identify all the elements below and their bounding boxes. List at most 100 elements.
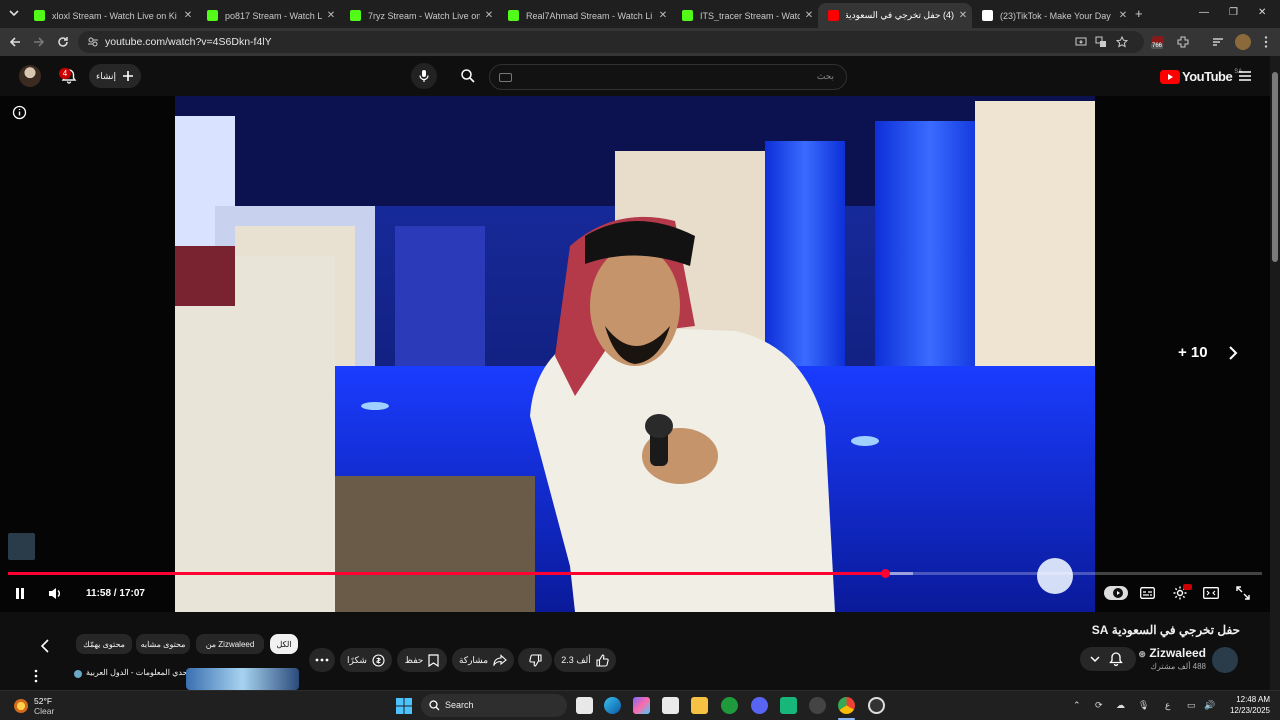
- tab-search-button[interactable]: [6, 5, 22, 21]
- channel-avatar[interactable]: [1212, 647, 1238, 673]
- progress-bar[interactable]: [8, 569, 1262, 578]
- browser-tab[interactable]: Real7Ahmad Stream - Watch Li ✕: [498, 3, 672, 28]
- filter-chip[interactable]: محتوى يهمّك: [76, 634, 132, 654]
- browser-tab[interactable]: (23)TikTok - Make Your Day ✕: [972, 3, 1132, 28]
- save-label: حفظ: [404, 654, 424, 665]
- steam-icon[interactable]: [809, 697, 826, 714]
- browser-tab[interactable]: ITS_tracer Stream - Watch Live✕: [672, 3, 818, 28]
- youtube-logo[interactable]: YouTube SA: [1160, 69, 1242, 84]
- back-icon[interactable]: [7, 34, 23, 50]
- browser-menu-icon[interactable]: [1258, 34, 1274, 50]
- dislike-button[interactable]: [518, 648, 552, 672]
- store-icon[interactable]: [662, 697, 679, 714]
- subscribed-bell-button[interactable]: [1080, 647, 1136, 671]
- recommended-video-title[interactable]: تحدي المعلومات - الدول العربية: [86, 668, 190, 677]
- discord-icon[interactable]: [751, 697, 768, 714]
- new-tab-button[interactable]: +: [1135, 6, 1143, 21]
- reading-list-icon[interactable]: [1210, 34, 1226, 50]
- hd-badge: [1183, 584, 1192, 590]
- keyboard-icon[interactable]: [499, 73, 512, 82]
- copilot-icon[interactable]: [633, 697, 650, 714]
- extensions-icon[interactable]: [1175, 34, 1191, 50]
- sync-icon[interactable]: ⟳: [1095, 700, 1103, 711]
- autoplay-toggle[interactable]: [1104, 586, 1128, 600]
- tab-title: (4) حفل تخرجي في السعودية: [846, 10, 954, 20]
- address-bar[interactable]: youtube.com/watch?v=4S6Dkn-f4lY: [78, 31, 1144, 53]
- tray-chevron-icon[interactable]: ⌃: [1073, 700, 1081, 711]
- create-button[interactable]: إنشاء: [89, 64, 141, 88]
- install-app-icon[interactable]: [1075, 36, 1087, 48]
- chrome-icon[interactable]: [838, 697, 855, 714]
- obs-icon[interactable]: [868, 697, 885, 714]
- volume-icon[interactable]: [47, 586, 63, 601]
- theater-mode-icon[interactable]: [1203, 587, 1219, 599]
- reload-icon[interactable]: [55, 34, 71, 50]
- filter-chip[interactable]: محتوى مشابه: [136, 634, 190, 654]
- restore-button[interactable]: ❐: [1229, 7, 1238, 18]
- mic-tray-icon[interactable]: 🎙: [1138, 700, 1149, 711]
- thanks-button[interactable]: شكرًا: [340, 648, 392, 672]
- search-icon[interactable]: [460, 68, 476, 84]
- more-vertical-icon[interactable]: [33, 669, 39, 683]
- tab-close-icon[interactable]: ✕: [322, 10, 340, 21]
- guide-menu-icon[interactable]: [1238, 69, 1252, 83]
- tab-close-icon[interactable]: ✕: [654, 10, 672, 21]
- tab-close-icon[interactable]: ✕: [954, 10, 972, 21]
- taskbar-clock[interactable]: 12:48 AM 12/23/2025: [1230, 694, 1270, 716]
- page-scrollbar[interactable]: [1270, 56, 1280, 690]
- tab-close-icon[interactable]: ✕: [179, 10, 197, 21]
- edge-icon[interactable]: [604, 697, 621, 714]
- chips-scroll-left-icon[interactable]: [40, 639, 50, 653]
- extension-badge-icon[interactable]: 766: [1150, 34, 1166, 50]
- xbox-icon[interactable]: [721, 697, 738, 714]
- input-language[interactable]: ع: [1165, 700, 1170, 711]
- channel-name[interactable]: ⊛ Zizwaleed: [1138, 646, 1206, 660]
- like-button[interactable]: 2.3 ألف: [554, 648, 616, 672]
- subtitles-icon[interactable]: [1140, 587, 1155, 599]
- bookmark-star-icon[interactable]: [1116, 36, 1128, 48]
- fullscreen-icon[interactable]: [1236, 586, 1250, 600]
- kick-icon: [34, 10, 45, 21]
- search-placeholder: بحث: [816, 71, 834, 81]
- file-explorer-icon[interactable]: [691, 697, 708, 714]
- browser-tab[interactable]: 7ryz Stream - Watch Live on Ki ✕: [340, 3, 498, 28]
- forward-icon[interactable]: [31, 34, 47, 50]
- weather-icon[interactable]: [14, 699, 28, 713]
- onedrive-icon[interactable]: ☁: [1116, 700, 1125, 711]
- scrollbar-thumb[interactable]: [1272, 72, 1278, 262]
- tab-close-icon[interactable]: ✕: [800, 10, 818, 21]
- share-button[interactable]: مشاركة: [452, 648, 514, 672]
- video-player[interactable]: + 10 11:58 / 17:07: [0, 96, 1270, 612]
- recommended-video-thumbnail[interactable]: [186, 668, 299, 690]
- speaker-icon[interactable]: 🔊: [1204, 700, 1215, 711]
- task-view-icon[interactable]: [576, 697, 593, 714]
- browser-tab[interactable]: xloxl Stream - Watch Live on Ki ✕: [24, 3, 197, 28]
- save-button[interactable]: حفظ: [397, 648, 447, 672]
- tab-title: po817 Stream - Watch Live on K: [225, 10, 322, 21]
- voice-search-button[interactable]: [411, 63, 437, 89]
- network-icon[interactable]: ▭: [1187, 700, 1196, 711]
- pause-icon[interactable]: [14, 587, 26, 600]
- time-display: 11:58 / 17:07: [86, 588, 145, 599]
- profile-avatar[interactable]: [1235, 34, 1251, 50]
- more-actions-button[interactable]: [309, 648, 335, 672]
- chat-app-icon[interactable]: [780, 697, 797, 714]
- search-input[interactable]: بحث: [489, 64, 847, 90]
- taskbar-search[interactable]: Search: [421, 694, 567, 717]
- browser-tab[interactable]: po817 Stream - Watch Live on K✕: [197, 3, 340, 28]
- minimize-button[interactable]: —: [1199, 7, 1209, 18]
- channel-watermark[interactable]: [8, 533, 35, 560]
- filter-chip[interactable]: من Zizwaleed: [196, 634, 264, 654]
- browser-tab[interactable]: (4) حفل تخرجي في السعودية ✕: [818, 3, 972, 28]
- clock-date: 12/23/2025: [1229, 706, 1270, 715]
- translate-icon[interactable]: [1095, 36, 1107, 48]
- tab-close-icon[interactable]: ✕: [480, 10, 498, 21]
- windows-start-icon[interactable]: [396, 698, 412, 714]
- close-window-button[interactable]: ✕: [1258, 7, 1266, 18]
- filter-chip[interactable]: الكل: [270, 634, 298, 654]
- youtube-icon: [828, 10, 839, 21]
- site-info-icon[interactable]: [87, 36, 99, 48]
- info-icon[interactable]: [12, 105, 27, 120]
- tab-close-icon[interactable]: ✕: [1114, 10, 1132, 21]
- user-avatar[interactable]: [19, 65, 41, 87]
